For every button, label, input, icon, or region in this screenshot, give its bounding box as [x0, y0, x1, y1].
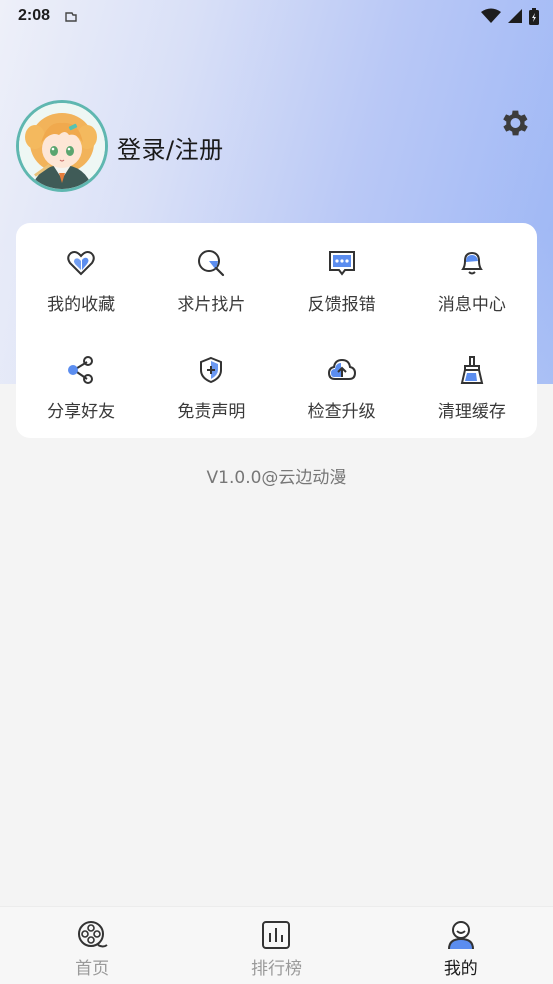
status-bar: 2:08 — [0, 0, 553, 32]
message-center-item[interactable]: 消息中心 — [407, 223, 537, 330]
share-friends-label: 分享好友 — [47, 402, 116, 422]
disclaimer-label: 免责声明 — [177, 402, 246, 422]
bar-chart-icon — [262, 921, 291, 949]
feedback-item[interactable]: 反馈报错 — [277, 223, 407, 330]
version-text: V1.0.0@云边动漫 — [206, 468, 347, 488]
tab-ranking-label: 排行榜 — [250, 959, 302, 979]
tab-mine-label: 我的 — [443, 959, 478, 979]
check-update-item[interactable]: 检查升级 — [277, 330, 407, 438]
login-register-link[interactable]: 登录/注册 — [117, 130, 224, 165]
check-update-label: 检查升级 — [307, 402, 376, 422]
avatar[interactable] — [16, 100, 108, 192]
cloud-upload-icon — [327, 358, 356, 380]
user-icon — [447, 921, 474, 950]
film-reel-icon — [78, 921, 108, 948]
tab-ranking[interactable]: 排行榜 — [184, 907, 368, 984]
search-film-icon — [198, 250, 225, 277]
settings-gear-icon[interactable] — [497, 106, 531, 140]
battery-icon — [529, 7, 539, 25]
notification-icon — [65, 12, 77, 22]
clear-cache-label: 清理缓存 — [437, 402, 506, 422]
request-film-item[interactable]: 求片找片 — [146, 223, 276, 330]
signal-icon — [508, 9, 522, 23]
feedback-label: 反馈报错 — [307, 295, 376, 315]
shield-icon — [200, 356, 223, 384]
disclaimer-item[interactable]: 免责声明 — [146, 330, 276, 438]
favorites-item[interactable]: 我的收藏 — [16, 223, 146, 330]
anime-avatar-illustration — [19, 103, 105, 189]
request-film-label: 求片找片 — [177, 295, 246, 315]
bottom-tab-bar: 首页 排行榜 我的 — [0, 906, 553, 984]
feedback-icon — [328, 251, 355, 276]
tab-home-label: 首页 — [75, 959, 110, 979]
favorites-label: 我的收藏 — [47, 295, 116, 315]
tab-home[interactable]: 首页 — [0, 907, 184, 984]
bell-icon — [461, 251, 483, 275]
wifi-icon — [481, 8, 501, 23]
feature-card: 我的收藏 求片找片 反馈报错 消息中心 分享好友 免责声明 检查升级 清理缓存 — [16, 223, 537, 438]
share-friends-item[interactable]: 分享好友 — [16, 330, 146, 438]
share-icon — [68, 356, 94, 384]
clear-cache-item[interactable]: 清理缓存 — [407, 330, 537, 438]
heart-icon — [67, 251, 95, 276]
broom-icon — [460, 356, 484, 384]
message-center-label: 消息中心 — [437, 295, 506, 315]
tab-mine[interactable]: 我的 — [369, 907, 553, 984]
status-time: 2:08 — [18, 7, 51, 24]
